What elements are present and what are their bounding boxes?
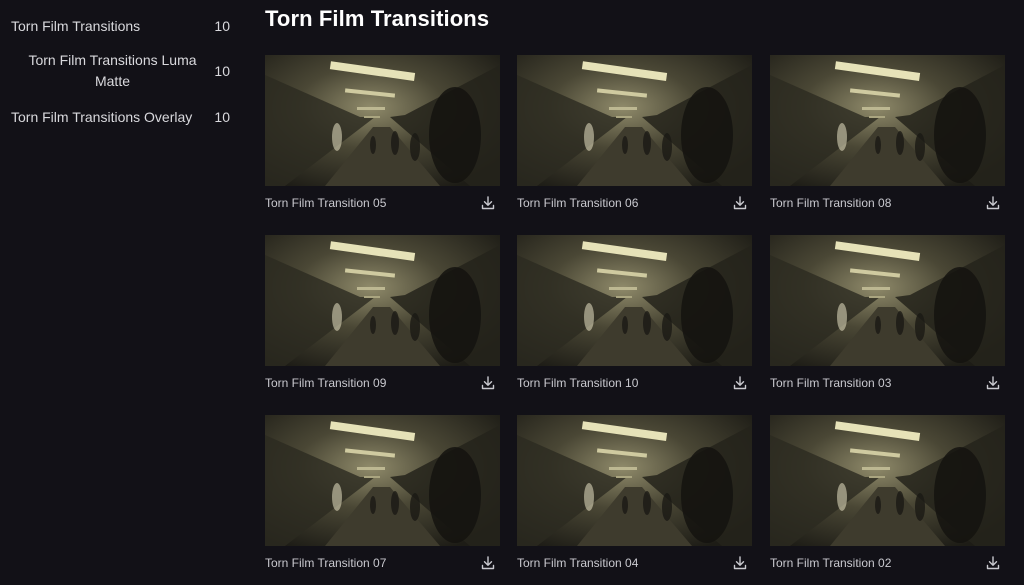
video-card[interactable]: Torn Film Transition 04 bbox=[517, 415, 752, 585]
video-card[interactable]: Torn Film Transition 09 bbox=[265, 235, 500, 405]
video-thumbnail[interactable] bbox=[265, 235, 500, 366]
video-thumbnail[interactable] bbox=[770, 415, 1005, 546]
download-icon[interactable] bbox=[480, 195, 496, 211]
sidebar-item-label: Torn Film Transitions Luma Matte bbox=[28, 52, 197, 89]
download-icon[interactable] bbox=[732, 555, 748, 571]
video-title: Torn Film Transition 07 bbox=[265, 556, 387, 570]
download-icon[interactable] bbox=[480, 375, 496, 391]
video-card[interactable]: Torn Film Transition 06 bbox=[517, 55, 752, 225]
sidebar-item-label: Torn Film Transitions Overlay bbox=[11, 108, 193, 125]
download-icon[interactable] bbox=[985, 375, 1001, 391]
sidebar-item-torn-film-transitions[interactable]: Torn Film Transitions 10 bbox=[0, 15, 244, 37]
page-title: Torn Film Transitions bbox=[265, 6, 490, 31]
sidebar-item-count: 10 bbox=[214, 63, 230, 79]
video-thumbnail[interactable] bbox=[517, 415, 752, 546]
video-card[interactable]: Torn Film Transition 05 bbox=[265, 55, 500, 225]
video-thumbnail[interactable] bbox=[517, 55, 752, 186]
video-thumbnail[interactable] bbox=[770, 55, 1005, 186]
video-title: Torn Film Transition 04 bbox=[517, 556, 639, 570]
video-title: Torn Film Transition 10 bbox=[517, 376, 639, 390]
video-card[interactable]: Torn Film Transition 07 bbox=[265, 415, 500, 585]
video-thumbnail[interactable] bbox=[770, 235, 1005, 366]
video-title: Torn Film Transition 08 bbox=[770, 196, 892, 210]
video-card[interactable]: Torn Film Transition 03 bbox=[770, 235, 1005, 405]
video-title: Torn Film Transition 06 bbox=[517, 196, 639, 210]
video-title: Torn Film Transition 05 bbox=[265, 196, 387, 210]
download-icon[interactable] bbox=[985, 195, 1001, 211]
download-icon[interactable] bbox=[480, 555, 496, 571]
download-icon[interactable] bbox=[732, 375, 748, 391]
video-thumbnail[interactable] bbox=[517, 235, 752, 366]
video-title: Torn Film Transition 09 bbox=[265, 376, 387, 390]
sidebar-item-label: Torn Film Transitions bbox=[11, 17, 141, 34]
download-icon[interactable] bbox=[732, 195, 748, 211]
sidebar-item-count: 10 bbox=[214, 109, 230, 125]
video-card[interactable]: Torn Film Transition 08 bbox=[770, 55, 1005, 225]
sidebar-item-overlay[interactable]: Torn Film Transitions Overlay 10 bbox=[0, 106, 244, 128]
sidebar: Torn Film Transitions 10 Torn Film Trans… bbox=[0, 0, 244, 571]
sidebar-item-count: 10 bbox=[214, 18, 230, 34]
video-title: Torn Film Transition 02 bbox=[770, 556, 892, 570]
video-card[interactable]: Torn Film Transition 10 bbox=[517, 235, 752, 405]
video-title: Torn Film Transition 03 bbox=[770, 376, 892, 390]
video-thumbnail[interactable] bbox=[265, 55, 500, 186]
sidebar-item-luma-matte[interactable]: Torn Film Transitions Luma Matte 10 bbox=[0, 50, 244, 92]
video-card[interactable]: Torn Film Transition 02 bbox=[770, 415, 1005, 585]
download-icon[interactable] bbox=[985, 555, 1001, 571]
video-thumbnail[interactable] bbox=[265, 415, 500, 546]
